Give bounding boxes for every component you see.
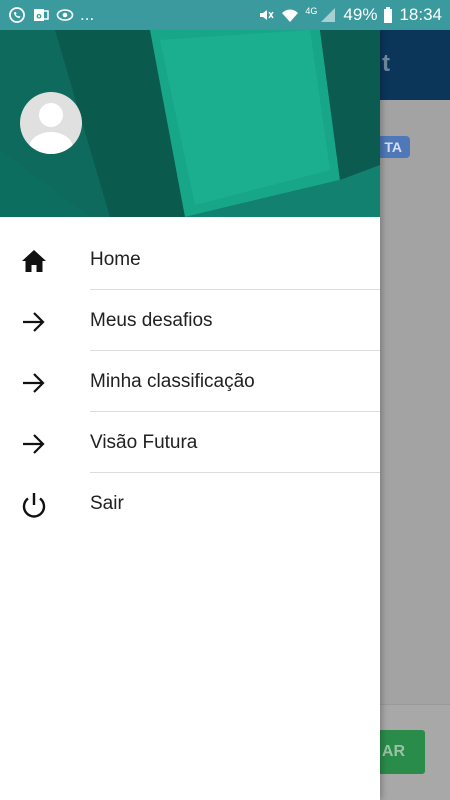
menu-item-sair[interactable]: Sair	[0, 473, 380, 534]
navigation-drawer: Home Meus desafios Minha classificação V…	[0, 30, 380, 800]
signal-icon	[319, 6, 337, 24]
outlook-icon: o	[32, 6, 50, 24]
menu-item-minha-classificacao[interactable]: Minha classificação	[0, 351, 380, 412]
mute-icon	[257, 6, 275, 24]
menu-item-label: Sair	[90, 492, 124, 514]
status-badge: TA	[376, 136, 410, 158]
arrow-right-icon	[19, 368, 49, 398]
status-bar: o ... 4G 49% 18:34	[0, 0, 450, 30]
toolbar-title: t	[382, 50, 390, 77]
network-type: 4G	[305, 6, 318, 16]
avatar[interactable]	[20, 92, 82, 154]
menu-item-label: Minha classificação	[90, 370, 255, 392]
eye-app-icon	[56, 6, 74, 24]
drawer-header	[0, 30, 380, 217]
notification-icons: o ...	[8, 5, 94, 25]
arrow-right-icon	[19, 429, 49, 459]
user-placeholder-icon	[29, 103, 73, 154]
menu-item-label: Home	[90, 248, 141, 270]
home-icon	[19, 246, 49, 276]
drawer-menu: Home Meus desafios Minha classificação V…	[0, 229, 380, 534]
battery-percent: 49%	[343, 5, 378, 24]
more-notifications: ...	[80, 5, 95, 24]
wifi-icon	[281, 6, 299, 24]
menu-item-visao-futura[interactable]: Visão Futura	[0, 412, 380, 473]
clock: 18:34	[399, 5, 442, 24]
menu-item-label: Meus desafios	[90, 309, 213, 331]
power-icon	[19, 490, 49, 520]
battery-icon	[383, 6, 393, 24]
whatsapp-icon	[8, 6, 26, 24]
system-icons: 4G 49% 18:34	[257, 5, 442, 25]
svg-text:o: o	[36, 12, 42, 21]
menu-item-meus-desafios[interactable]: Meus desafios	[0, 290, 380, 351]
menu-item-label: Visão Futura	[90, 431, 198, 453]
arrow-right-icon	[19, 307, 49, 337]
menu-item-home[interactable]: Home	[0, 229, 380, 290]
